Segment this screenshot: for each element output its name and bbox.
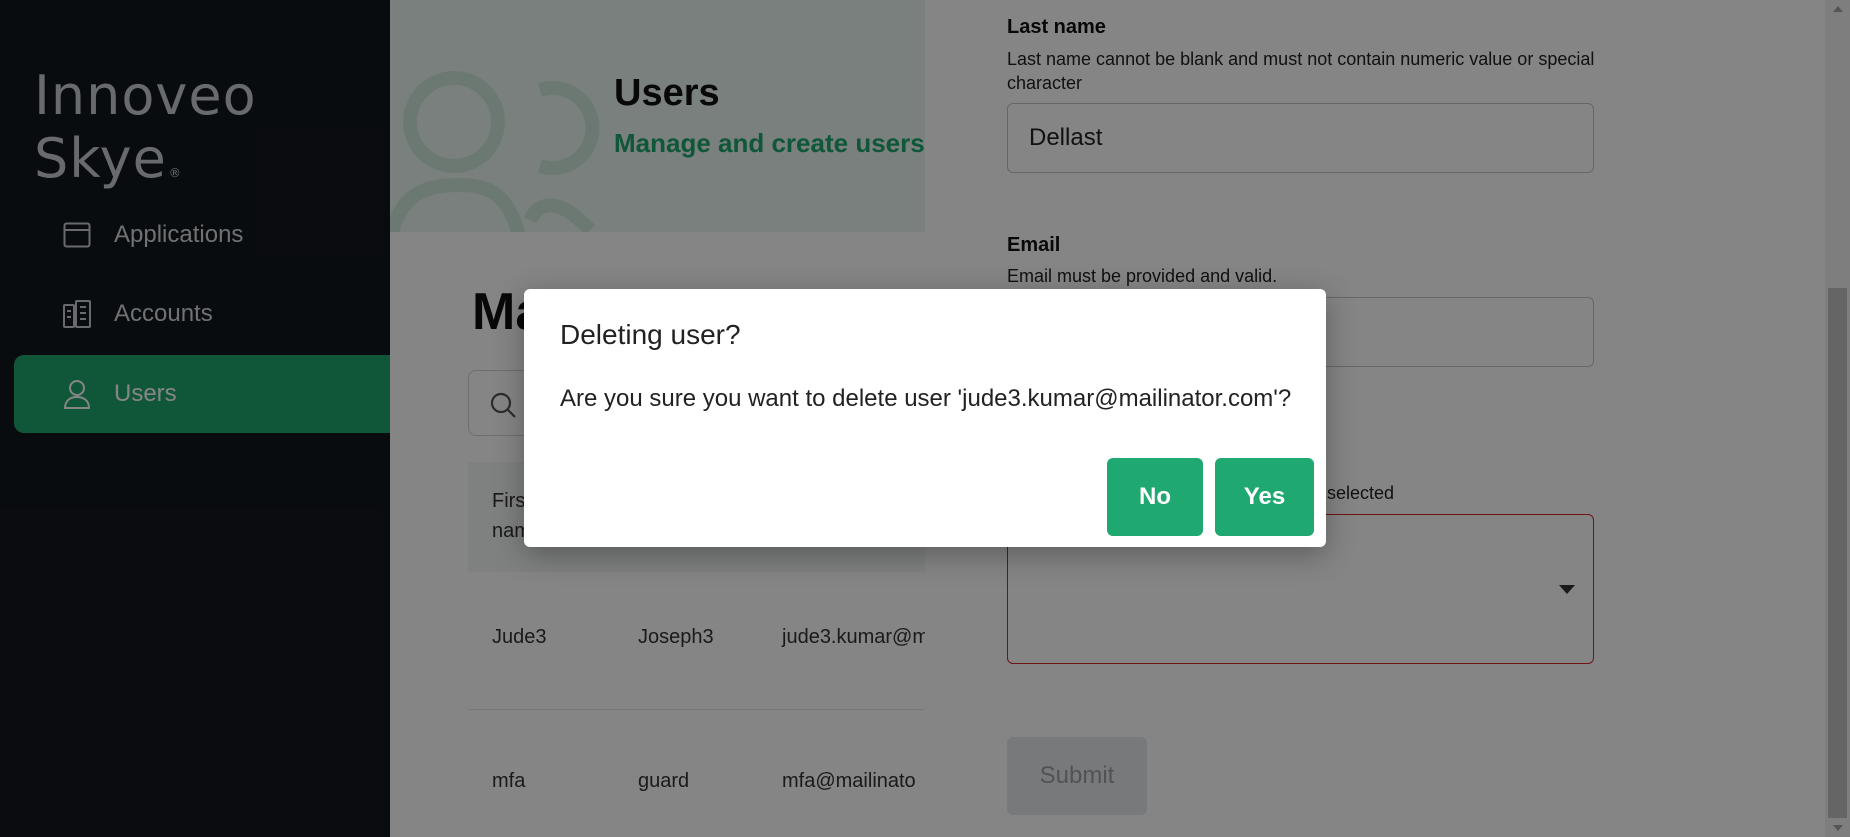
dialog-title: Deleting user? bbox=[560, 319, 741, 350]
dialog-message: Are you sure you want to delete user 'ju… bbox=[560, 385, 1292, 412]
yes-button[interactable]: Yes bbox=[1215, 458, 1314, 536]
no-button[interactable]: No bbox=[1107, 458, 1203, 536]
delete-user-dialog: Deleting user? Are you sure you want to … bbox=[524, 289, 1326, 547]
